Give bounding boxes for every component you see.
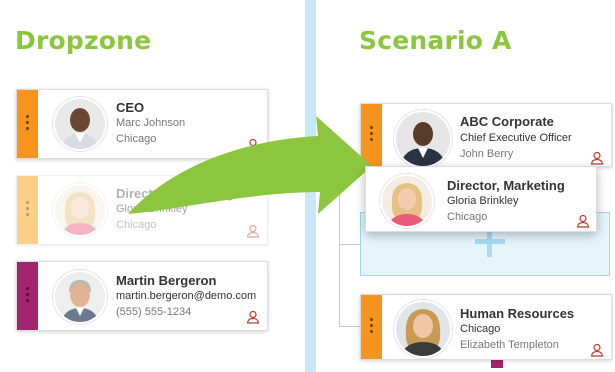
avatar bbox=[380, 174, 434, 228]
scenario-card-director-marketing[interactable]: Director, Marketing Gloria Brinkley Chic… bbox=[365, 166, 597, 232]
card-line-2: Chicago bbox=[447, 211, 488, 223]
user-icon[interactable] bbox=[576, 214, 590, 228]
card-title: Director, Marketing bbox=[447, 178, 565, 193]
card-line-1: Gloria Brinkley bbox=[447, 195, 519, 207]
